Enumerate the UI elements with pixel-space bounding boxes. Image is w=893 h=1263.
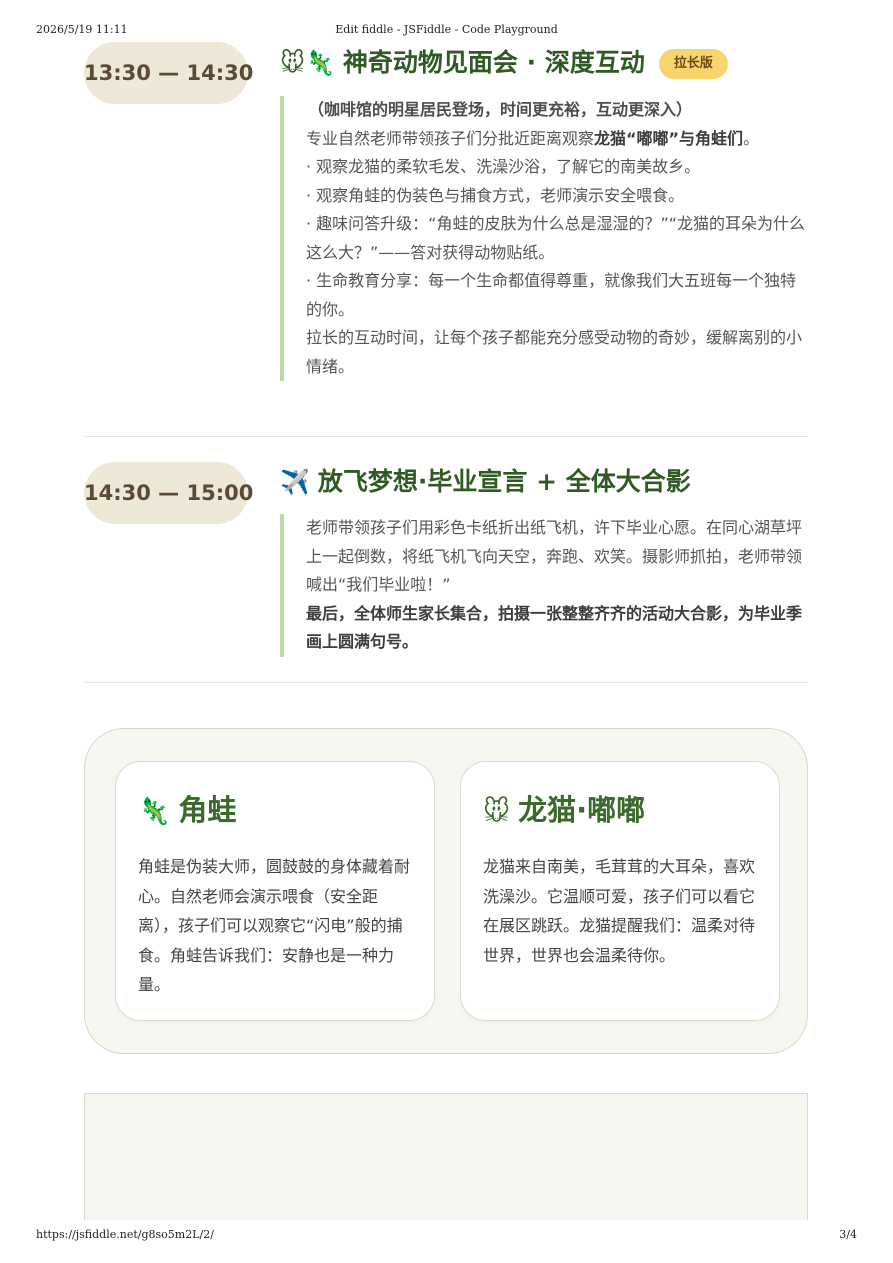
card-title: 🦎 角蛙	[138, 788, 236, 834]
section-divider	[84, 436, 808, 437]
bullet-item: · 生命教育分享：每一个生命都值得尊重，就像我们大五班每一个独特的你。	[306, 271, 797, 319]
bullet-item: · 观察龙猫的柔软毛发、洗澡沙浴，了解它的南美故乡。	[306, 157, 701, 176]
slot-subtitle: （咖啡馆的明星居民登场，时间更充裕，互动更深入）	[308, 100, 693, 119]
slot-title: 🐭🦎 神奇动物见面会 · 深度互动 拉长版	[280, 43, 728, 83]
slot-description: （咖啡馆的明星居民登场，时间更充裕，互动更深入） 专业自然老师带领孩子们分批近距…	[280, 96, 808, 381]
print-page-title: Edit fiddle - JSFiddle - Code Playground	[335, 23, 558, 36]
animal-card-chinchilla: 🐭 龙猫·嘟嘟 龙猫来自南美，毛茸茸的大耳朵，喜欢洗澡沙。它温顺可爱，孩子们可以看…	[460, 761, 780, 1021]
card-title-text: 龙猫·嘟嘟	[518, 793, 646, 827]
intro-highlight: 龙猫“嘟嘟”与角蛙们	[594, 128, 744, 148]
intro-text: 专业自然老师带领孩子们分批近距离观察	[306, 128, 595, 148]
slot-closing: 拉长的互动时间，让每个孩子都能充分感受动物的奇妙，缓解离别的小情绪。	[306, 328, 803, 376]
slot-description: 老师带领孩子们用彩色卡纸折出纸飞机，许下毕业心愿。在同心湖草坪上一起倒数，将纸飞…	[280, 514, 808, 657]
page-bottom-margin	[0, 1220, 893, 1263]
slot-title: ✈️ 放飞梦想·毕业宣言 + 全体大合影	[280, 462, 691, 502]
card-text: 龙猫来自南美，毛茸茸的大耳朵，喜欢洗澡沙。它温顺可爱，孩子们可以看它在展区跳跃。…	[483, 857, 756, 965]
animal-card-horned-frog: 🦎 角蛙 角蛙是伪装大师，圆鼓鼓的身体藏着耐心。自然老师会演示喂食（安全距离），孩…	[115, 761, 435, 1021]
card-title-text: 角蛙	[178, 793, 237, 827]
slot-intro: 专业自然老师带领孩子们分批近距离观察龙猫“嘟嘟”与角蛙们。	[306, 125, 808, 154]
print-page-number: 3/4	[839, 1228, 857, 1241]
section-divider	[84, 682, 808, 683]
mouse-icon: 🐭	[483, 797, 511, 827]
card-text: 角蛙是伪装大师，圆鼓鼓的身体藏着耐心。自然老师会演示喂食（安全距离），孩子们可以…	[138, 857, 411, 994]
animal-cards-panel: 🦎 角蛙 角蛙是伪装大师，圆鼓鼓的身体藏着耐心。自然老师会演示喂食（安全距离），孩…	[84, 728, 808, 1054]
chinchilla-lizard-icon: 🐭🦎	[280, 49, 335, 77]
slot-body: 老师带领孩子们用彩色卡纸折出纸飞机，许下毕业心愿。在同心湖草坪上一起倒数，将纸飞…	[306, 518, 803, 594]
time-pill: 13:30 — 14:30	[84, 42, 253, 104]
time-pill: 14:30 — 15:00	[84, 462, 253, 524]
slot-title-text: 神奇动物见面会 · 深度互动	[342, 48, 645, 77]
bullet-item: · 趣味问答升级：“角蛙的皮肤为什么总是湿湿的？”“龙猫的耳朵为什么这么大？”—…	[306, 214, 806, 262]
slot-title-text: 放飞梦想·毕业宣言 + 全体大合影	[317, 467, 691, 496]
lizard-icon: 🦎	[138, 797, 171, 827]
extended-badge: 拉长版	[658, 49, 728, 79]
slot-highlight: 最后，全体师生家长集合，拍摄一张整整齐齐的活动大合影，为毕业季画上圆满句号。	[306, 603, 803, 652]
print-url: https://jsfiddle.net/g8so5m2L/2/	[36, 1228, 214, 1241]
card-title: 🐭 龙猫·嘟嘟	[483, 788, 645, 834]
airplane-icon: ✈️	[280, 468, 310, 496]
bullet-item: · 观察角蛙的伪装色与捕食方式，老师演示安全喂食。	[306, 185, 685, 205]
intro-suffix: 。	[743, 128, 760, 148]
